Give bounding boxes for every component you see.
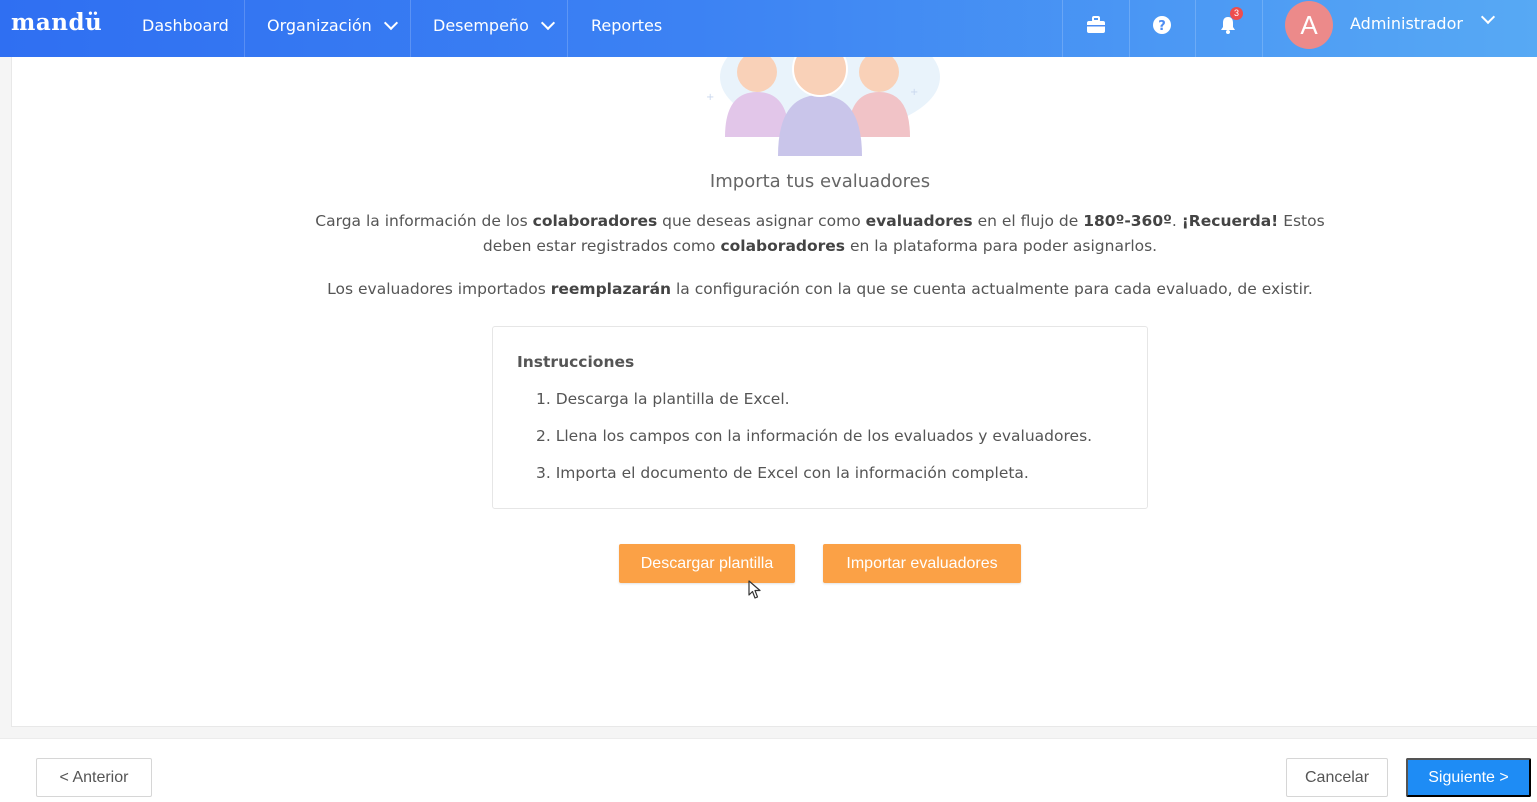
nav-divider xyxy=(410,0,411,57)
instruction-item: 2. Llena los campos con la información d… xyxy=(536,427,1093,445)
nav-divider xyxy=(1262,0,1263,57)
svg-text:+: + xyxy=(706,92,714,103)
notification-badge: 3 xyxy=(1230,7,1243,20)
chevron-down-icon xyxy=(383,15,398,31)
download-template-button[interactable]: Descargar plantilla xyxy=(619,544,795,583)
briefcase-icon[interactable] xyxy=(1085,14,1107,36)
nav-organizacion[interactable]: Organización xyxy=(267,15,398,35)
desc-text: en el flujo de xyxy=(972,212,1084,230)
desc-text: la configuración con la que se cuenta ac… xyxy=(671,280,1313,298)
nav-reportes[interactable]: Reportes xyxy=(591,16,662,35)
desc-text: Los evaluadores importados xyxy=(327,280,551,298)
nav-reportes-label: Reportes xyxy=(591,16,663,35)
nav-organizacion-label: Organización xyxy=(267,16,372,35)
desc-bold: reemplazarán xyxy=(550,280,672,298)
chevron-down-icon[interactable] xyxy=(1480,9,1496,25)
nav-dashboard[interactable]: Dashboard xyxy=(142,16,229,35)
desc-bold: 180º-360º xyxy=(1083,212,1172,230)
nav-divider xyxy=(1195,0,1196,57)
nav-desempeno-label: Desempeño xyxy=(433,16,529,35)
mouse-cursor-icon xyxy=(748,580,762,604)
nav-desempeno[interactable]: Desempeño xyxy=(433,15,555,35)
instructions-list: 1. Descarga la plantilla de Excel. 2. Ll… xyxy=(536,390,1092,501)
chevron-down-icon xyxy=(540,15,555,31)
page-title: Importa tus evaluadores xyxy=(709,171,931,192)
desc-bold: ¡Recuerda! xyxy=(1181,212,1279,230)
nav-divider xyxy=(567,0,568,57)
nav-divider xyxy=(1062,0,1063,57)
svg-text:+: + xyxy=(910,87,918,98)
svg-text:?: ? xyxy=(1158,19,1166,34)
next-button[interactable]: Siguiente > xyxy=(1406,758,1531,797)
instruction-item: 1. Descarga la plantilla de Excel. xyxy=(536,390,790,408)
help-icon[interactable]: ? xyxy=(1151,14,1173,36)
desc-text: que deseas asignar como xyxy=(657,212,866,230)
nav-divider xyxy=(1129,0,1130,57)
instructions-title: Instrucciones xyxy=(517,353,635,371)
previous-button[interactable]: < Anterior xyxy=(36,758,152,797)
desc-text: en la plataforma para poder asignarlos. xyxy=(845,237,1158,255)
nav-divider xyxy=(244,0,245,57)
avatar[interactable]: A xyxy=(1285,1,1333,49)
desc-text: Carga la información de los xyxy=(315,212,533,230)
desc-bold: colaboradores xyxy=(720,237,846,255)
instruction-item: 3. Importa el documento de Excel con la … xyxy=(536,464,1029,482)
mandu-logo[interactable]: mandü xyxy=(11,9,102,36)
instructions-box: Instrucciones 1. Descarga la plantilla d… xyxy=(492,326,1148,509)
wizard-footer: < Anterior Cancelar Siguiente > xyxy=(0,738,1537,802)
top-navbar: mandü Dashboard Organización Desempeño R… xyxy=(0,0,1537,57)
import-description: Carga la información de los colaboradore… xyxy=(300,209,1340,259)
nav-dashboard-label: Dashboard xyxy=(142,16,229,35)
desc-text: . xyxy=(1171,212,1182,230)
desc-bold: evaluadores xyxy=(865,212,973,230)
cancel-button[interactable]: Cancelar xyxy=(1286,758,1388,797)
replace-warning: Los evaluadores importados reemplazarán … xyxy=(300,280,1340,298)
user-name[interactable]: Administrador xyxy=(1350,14,1463,33)
import-evaluators-button[interactable]: Importar evaluadores xyxy=(823,544,1021,583)
people-illustration: + + xyxy=(690,22,950,157)
desc-bold: colaboradores xyxy=(532,212,658,230)
